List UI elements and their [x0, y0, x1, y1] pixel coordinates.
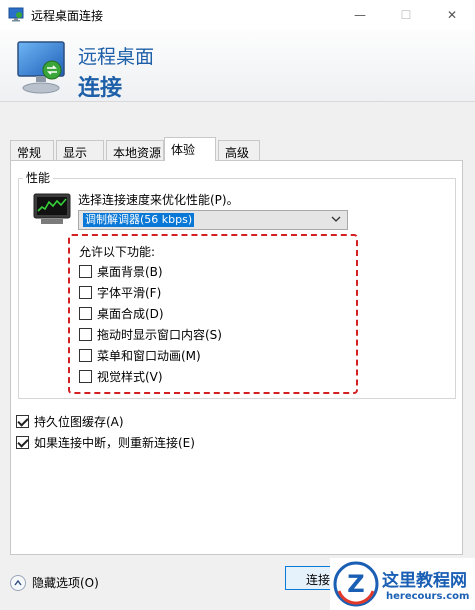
chevron-up-icon: [10, 574, 26, 591]
feature-label: 拖动时显示窗口内容(S): [97, 327, 222, 342]
feature-menu-animation-checkbox[interactable]: [79, 348, 92, 362]
feature-desktop-background-checkbox[interactable]: [79, 264, 92, 278]
watermark-logo-letter: Z: [347, 570, 364, 598]
feature-show-window-contents[interactable]: 拖动时显示窗口内容(S): [79, 326, 222, 342]
hide-options-toggle[interactable]: 隐藏选项(O): [10, 574, 99, 591]
reconnect-if-dropped-checkbox[interactable]: [16, 435, 29, 449]
close-icon: ✕: [446, 8, 458, 22]
remote-desktop-monitor-icon: [17, 41, 65, 94]
maximize-icon: ☐: [400, 8, 412, 22]
feature-desktop-composition-checkbox[interactable]: [79, 306, 92, 320]
feature-label: 桌面背景(B): [97, 264, 163, 279]
feature-label: 字体平滑(F): [97, 285, 162, 300]
persistent-bitmap-caching-checkbox[interactable]: [16, 414, 29, 428]
title-bar: 远程桌面连接 — ☐ ✕: [0, 0, 475, 30]
maximize-button[interactable]: ☐: [383, 0, 429, 30]
remote-desktop-app-icon: [8, 7, 24, 22]
close-button[interactable]: ✕: [429, 0, 475, 30]
connection-speed-select[interactable]: 调制解调器(56 kbps): [78, 210, 348, 230]
option-label: 如果连接中断，则重新连接(E): [34, 435, 195, 450]
watermark-url: herecours.com: [386, 591, 470, 602]
feature-label: 菜单和窗口动画(M): [97, 348, 201, 363]
feature-font-smoothing-checkbox[interactable]: [79, 285, 92, 299]
tab-general[interactable]: 常规: [10, 140, 54, 161]
watermark-title: 这里教程网: [382, 571, 467, 591]
minimize-icon: —: [354, 8, 366, 22]
header-banner: 远程桌面 连接: [0, 30, 475, 102]
feature-label: 桌面合成(D): [97, 306, 164, 321]
allowed-features-highlight: 允许以下功能: 桌面背景(B) 字体平滑(F) 桌面合成(D) 拖动时显示窗口内…: [68, 234, 358, 394]
hide-options-label: 隐藏选项(O): [32, 576, 99, 590]
banner-title-line1: 远程桌面: [78, 46, 155, 68]
connection-speed-label: 选择连接速度来优化性能(P)。: [78, 193, 239, 207]
tab-advanced[interactable]: 高级: [218, 140, 260, 161]
tab-experience[interactable]: 体验: [164, 137, 216, 161]
tab-display[interactable]: 显示: [56, 140, 104, 161]
chevron-down-icon: [331, 216, 341, 222]
feature-visual-styles[interactable]: 视觉样式(V): [79, 368, 163, 384]
option-label: 持久位图缓存(A): [34, 414, 124, 429]
feature-menu-animation[interactable]: 菜单和窗口动画(M): [79, 347, 201, 363]
banner-title-line2: 连接: [78, 76, 123, 101]
option-persistent-bitmap-caching[interactable]: 持久位图缓存(A): [16, 413, 124, 429]
window-title: 远程桌面连接: [31, 9, 104, 23]
site-watermark: Z 这里教程网 herecours.com: [330, 558, 475, 610]
performance-monitor-icon: [33, 193, 71, 224]
experience-tab-panel: 性能 选择连接速度来优化性能(P)。 调制解调器(56 kbps) 允许以下功能…: [10, 160, 463, 555]
minimize-button[interactable]: —: [337, 0, 383, 30]
performance-group-label: 性能: [23, 169, 54, 186]
feature-show-window-contents-checkbox[interactable]: [79, 327, 92, 341]
feature-font-smoothing[interactable]: 字体平滑(F): [79, 284, 161, 300]
tab-local-resources[interactable]: 本地资源: [106, 140, 164, 161]
connection-speed-selected-value: 调制解调器(56 kbps): [83, 213, 195, 227]
watermark-logo-icon: Z: [333, 561, 379, 607]
feature-desktop-composition[interactable]: 桌面合成(D): [79, 305, 164, 321]
allowed-features-label: 允许以下功能:: [79, 245, 156, 259]
feature-desktop-background[interactable]: 桌面背景(B): [79, 263, 163, 279]
feature-label: 视觉样式(V): [97, 369, 163, 384]
option-reconnect-if-dropped[interactable]: 如果连接中断，则重新连接(E): [16, 434, 195, 450]
feature-visual-styles-checkbox[interactable]: [79, 369, 92, 383]
